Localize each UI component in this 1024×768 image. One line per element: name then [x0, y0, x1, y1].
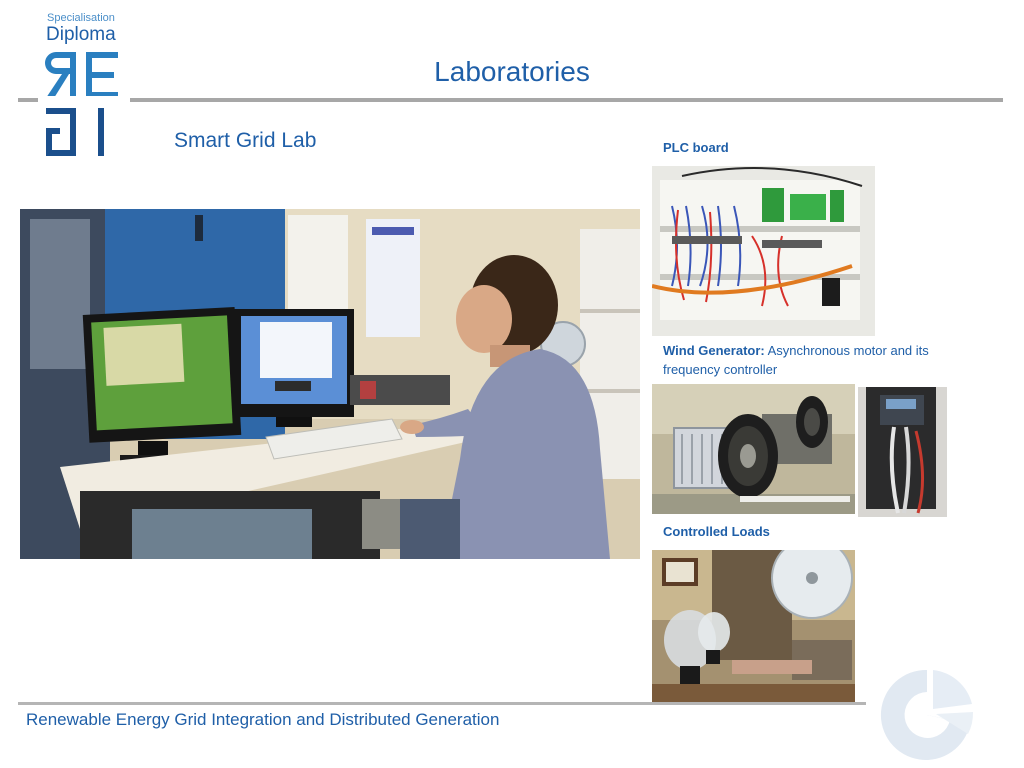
controlled-loads-caption: Controlled Loads [663, 524, 770, 539]
logo-specialisation-text: Specialisation [47, 12, 115, 24]
top-divider-logo-gap [38, 96, 130, 104]
section-subtitle: Smart Grid Lab [174, 129, 317, 152]
frequency-controller-photo [858, 387, 947, 517]
footer-program-title: Renewable Energy Grid Integration and Di… [26, 710, 500, 729]
top-divider [18, 98, 1003, 102]
plc-board-photo [652, 166, 875, 336]
logo-diploma-text: Diploma [46, 24, 116, 45]
wind-generator-caption-bold: Wind Generator: [663, 343, 765, 358]
plc-board-caption: PLC board [663, 140, 729, 155]
bottom-divider [18, 702, 866, 705]
smart-grid-lab-photo [20, 209, 640, 559]
controlled-loads-photo [652, 550, 855, 702]
wind-generator-motor-photo [652, 384, 855, 514]
wind-generator-caption: Wind Generator: Asynchronous motor and i… [663, 341, 973, 379]
pie-chart-logo-icon [880, 668, 975, 763]
slide-title: Laboratories [434, 56, 590, 87]
